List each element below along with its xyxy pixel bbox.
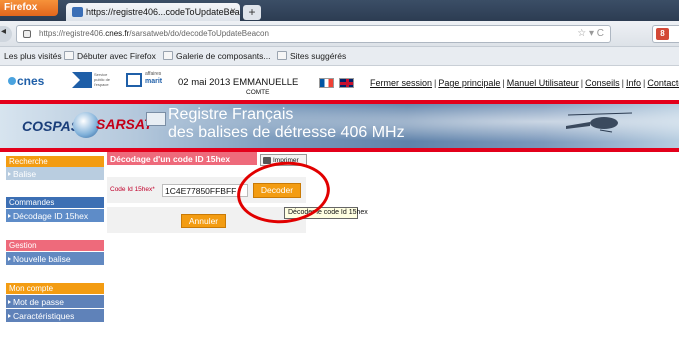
site-banner: COSPAS SARSAT Registre Français des bali… xyxy=(0,104,679,148)
bookmark-reload-icons[interactable]: ☆ ▾ C xyxy=(577,28,604,39)
link-conseils[interactable]: Conseils xyxy=(585,78,620,88)
affaires-maritimes-small: affaires xyxy=(145,71,162,77)
banner-title-line2: des balises de détresse 406 MHz xyxy=(168,124,405,141)
lock-icon xyxy=(23,30,31,38)
sidebar-section-commandes: Commandes xyxy=(6,197,104,208)
link-info[interactable]: Info xyxy=(626,78,641,88)
bookmark-debuter[interactable]: Débuter avec Firefox xyxy=(64,51,156,61)
bookmark-sites-suggeres[interactable]: Sites suggérés xyxy=(277,51,346,61)
bookmark-icon xyxy=(163,51,173,60)
url-prefix: https://registre406. xyxy=(39,29,106,38)
url-host: cnes.fr xyxy=(105,29,130,38)
decoder-button[interactable]: Decoder xyxy=(253,183,301,198)
back-button[interactable]: ◂ xyxy=(0,26,12,42)
banner-title-line1: Registre Français xyxy=(168,106,294,123)
form-title: Décodage d'un code ID 15hex xyxy=(107,152,257,165)
code-id-input[interactable] xyxy=(162,184,248,197)
link-fermer-session[interactable]: Fermer session xyxy=(370,78,432,88)
affaires-maritimes-text: marit xyxy=(145,78,163,85)
french-flag-icon[interactable] xyxy=(319,78,334,88)
close-tab-icon[interactable]: × xyxy=(230,6,236,17)
cnes-drop-icon xyxy=(8,77,16,85)
cnes-logo[interactable]: cnes xyxy=(8,74,44,88)
sidebar-section-gestion: Gestion xyxy=(6,240,104,251)
browser-navbar: ◂ https://registre406.cnes.fr/sarsatweb/… xyxy=(0,21,679,47)
printer-icon xyxy=(263,157,271,164)
affaires-maritimes-logo-icon xyxy=(126,73,142,87)
sidebar-section-mon-compte: Mon compte xyxy=(6,283,104,294)
date-and-user: 02 mai 2013 EMMANUELLE xyxy=(178,77,299,88)
sidebar-item-balise[interactable]: Balise xyxy=(6,167,104,180)
top-links: Fermer session | Page principale | Manuel Ut… xyxy=(370,78,679,88)
sidebar-item-nouvelle-balise[interactable]: Nouvelle balise xyxy=(6,252,104,265)
firefox-menu-button[interactable]: Firefox xyxy=(0,0,58,16)
browser-tab[interactable]: https://registre406...codeToUpdateBeacon… xyxy=(66,3,240,21)
user-lastname: COMTE xyxy=(246,89,270,96)
url-path: /sarsatweb/do/decodeToUpdateBeacon xyxy=(129,29,269,38)
sidebar-item-decodage[interactable]: Décodage ID 15hex xyxy=(6,209,104,222)
bookmark-les-plus-visites[interactable]: Les plus visités xyxy=(4,51,62,61)
helicopter-icon xyxy=(566,112,633,133)
search-engine-icon: 8 xyxy=(656,28,669,40)
decoder-tooltip: Décoder le code Id 15hex xyxy=(284,207,368,219)
screen-icon xyxy=(146,112,166,126)
bookmark-icon xyxy=(277,51,287,60)
sidebar-item-mot-de-passe[interactable]: Mot de passe xyxy=(6,295,104,308)
favicon-icon xyxy=(72,7,83,17)
search-box[interactable]: 8 xyxy=(652,25,679,43)
ministry-logo-icon xyxy=(72,72,92,88)
link-page-principale[interactable]: Page principale xyxy=(438,78,500,88)
link-contactez-nous[interactable]: Contactez nous xyxy=(647,78,679,88)
link-manuel-utilisateur[interactable]: Manuel Utilisateur xyxy=(507,78,579,88)
browser-titlebar: Firefox https://registre406...codeToUpda… xyxy=(0,0,679,21)
english-flag-icon[interactable] xyxy=(339,78,354,88)
annuler-button[interactable]: Annuler xyxy=(181,214,226,228)
sarsat-logo-text: SARSAT xyxy=(96,116,153,132)
bookmarks-toolbar: Les plus visités Débuter avec Firefox Ga… xyxy=(0,47,679,66)
ministry-logo-text: Service public de l'espace xyxy=(94,72,111,87)
code-id-label: Code Id 15hex* xyxy=(110,186,155,193)
sidebar-section-recherche: Recherche xyxy=(6,156,104,167)
bookmark-icon xyxy=(64,51,74,60)
new-tab-button[interactable]: + xyxy=(243,5,261,20)
site-header: cnes Service public de l'espace affaires… xyxy=(0,66,679,99)
print-button[interactable]: Imprimer xyxy=(260,154,307,166)
address-bar[interactable]: https://registre406.cnes.fr/sarsatweb/do… xyxy=(16,25,611,43)
sidebar: Recherche Balise Commandes Décodage ID 1… xyxy=(0,152,107,356)
sidebar-item-caracteristiques[interactable]: Caractéristiques xyxy=(6,309,104,322)
tab-title: https://registre406...codeToUpdateBeacon xyxy=(86,7,240,17)
bookmark-galerie[interactable]: Galerie de composants... xyxy=(163,51,271,61)
cospas-logo-text: COSPAS xyxy=(22,118,81,134)
